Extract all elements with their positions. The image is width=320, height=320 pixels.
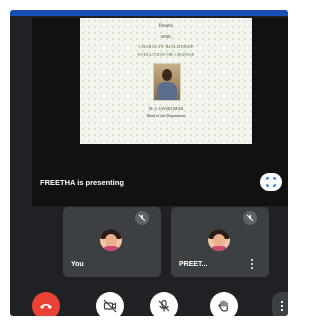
end-call-button[interactable] <box>32 292 60 316</box>
portrait-body <box>157 82 177 100</box>
doc-author-title: Head of the Department <box>146 113 186 118</box>
doc-line-1: Prentic <box>158 24 174 29</box>
presenting-label: FREETHA is presenting <box>40 178 124 187</box>
camera-toggle-button[interactable] <box>96 292 124 316</box>
fullscreen-icon <box>266 177 276 187</box>
raise-hand-icon <box>218 300 229 312</box>
doc-line-2: APRIL <box>160 34 172 39</box>
avatar-shirt <box>210 246 228 251</box>
portrait-head <box>162 69 172 81</box>
mic-off-badge <box>243 211 257 225</box>
avatar-shirt <box>102 246 120 251</box>
video-off-icon <box>103 299 117 313</box>
end-call-icon <box>40 304 52 309</box>
doc-title-line-1: CHARACTE BUILDERSIP <box>138 44 194 49</box>
doc-title-line-2: EVELUTION OR CHANGE <box>137 52 195 57</box>
mic-off-icon <box>158 299 170 312</box>
fullscreen-button[interactable] <box>260 173 282 191</box>
shared-document: Prentic APRIL CHARACTE BUILDERSIP EVELUT… <box>80 18 252 144</box>
avatar <box>100 229 122 251</box>
more-vert-icon <box>280 300 284 312</box>
doc-portrait-image <box>153 63 181 101</box>
doc-author: M. S. JAYAKUMAR <box>148 106 184 111</box>
avatar <box>208 229 230 251</box>
participant-tile-peer[interactable]: PREET... <box>171 207 269 277</box>
meeting-screen: Prentic APRIL CHARACTE BUILDERSIP EVELUT… <box>10 10 288 316</box>
more-options-button[interactable] <box>272 292 288 316</box>
participant-tile-you[interactable]: You <box>63 207 161 277</box>
mic-off-badge <box>135 211 149 225</box>
mic-off-icon <box>246 214 254 222</box>
more-vert-icon[interactable] <box>251 259 253 269</box>
participant-name: PREET... <box>179 261 208 268</box>
participant-name: You <box>71 261 84 268</box>
mic-toggle-button[interactable] <box>150 292 178 316</box>
raise-hand-button[interactable] <box>210 292 238 316</box>
status-bar <box>10 10 288 16</box>
mic-off-icon <box>138 214 146 222</box>
